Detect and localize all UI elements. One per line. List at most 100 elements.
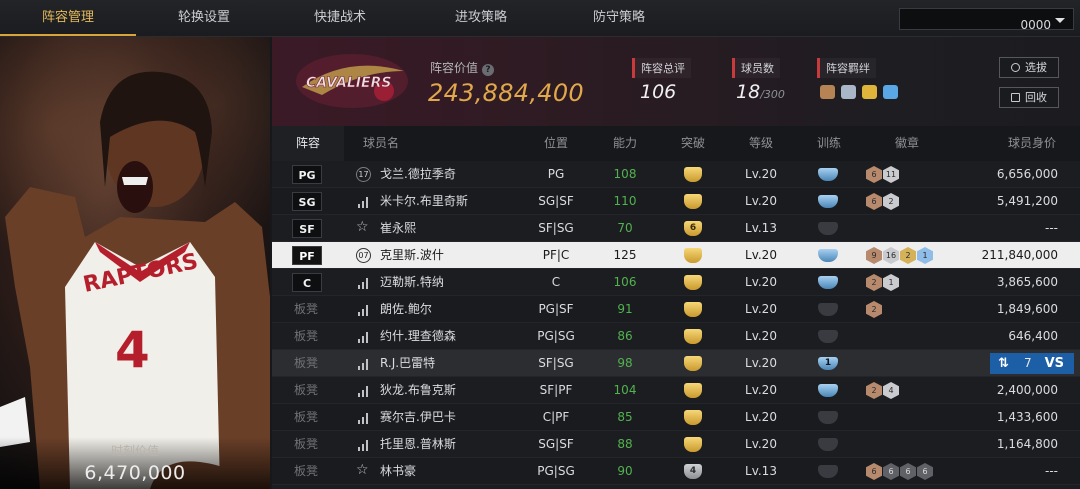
bench-label: 板凳: [294, 383, 319, 397]
lineup-summary-header: CAVALIERS 阵容价值? 243,884,400 阵容总评 106 球员数…: [272, 37, 1080, 126]
roster-table: 阵容 球员名 位置 能力 突破 等级 训练 徽章 球员身价 PG 17 戈兰.德拉季…: [272, 126, 1080, 489]
badge-list: 6 11: [866, 166, 900, 183]
player-name: 朗佐.鲍尔: [380, 302, 432, 316]
lineup-position-badge: SF: [292, 219, 322, 238]
player-name: R.J.巴雷特: [380, 356, 436, 370]
player-position: SF|SG: [538, 356, 574, 370]
badge-list: 21: [866, 274, 900, 291]
bond-icon-4[interactable]: [883, 85, 898, 99]
player-level: Lv.20: [745, 383, 777, 397]
player-name: 戈兰.德拉季奇: [380, 167, 456, 181]
break-shield-icon: [684, 356, 702, 371]
player-ability: 125: [613, 248, 637, 262]
team-select-value: 0000: [1020, 18, 1051, 32]
table-row[interactable]: 板凳 赛尔吉.伊巴卡 C|PF 85 Lv.20 1,433,600: [272, 404, 1080, 431]
bond-icon-3[interactable]: [862, 85, 877, 99]
signal-bars-icon: [357, 276, 370, 289]
recycle-button[interactable]: 回收: [999, 87, 1059, 108]
player-count-stat: 球员数 18/300: [732, 57, 785, 103]
table-row[interactable]: 板凳 R.J.巴雷特 SF|SG 98 Lv.20 1 ⇅ 7 VS: [272, 350, 1080, 377]
table-row[interactable]: 板凳 托里恩.普林斯 SG|SF 88 Lv.20 1,164,800: [272, 431, 1080, 458]
player-level: Lv.20: [745, 410, 777, 424]
chevron-down-icon: [1055, 18, 1065, 23]
player-position: SF|PF: [539, 383, 573, 397]
compare-vs-button[interactable]: ⇅ 7 VS: [990, 353, 1074, 374]
training-icon[interactable]: [818, 249, 838, 262]
help-icon[interactable]: ?: [482, 64, 495, 76]
refresh-icon: [1011, 63, 1020, 72]
bench-label: 板凳: [294, 437, 319, 451]
table-row[interactable]: PF 07 克里斯.波什 PF|C 125 Lv.20 9 16 2 1 211,840,000: [272, 242, 1080, 269]
player-level: Lv.13: [745, 221, 777, 235]
lineup-value: 243,884,400: [428, 79, 584, 107]
player-ability: 90: [617, 464, 633, 478]
table-row[interactable]: C 迈勒斯.特纳 C 106 Lv.20 2 1 3,865,600: [272, 269, 1080, 296]
tab-lineup[interactable]: 阵容管理: [0, 0, 136, 36]
training-icon[interactable]: [818, 411, 838, 424]
player-portrait-panel: RAPTORS 4 时刻价值 6,470,000: [0, 37, 270, 489]
jersey-number-icon: 17: [356, 167, 371, 182]
badge-icon: 1: [883, 274, 899, 291]
training-icon[interactable]: 1: [818, 357, 838, 370]
tab-defense[interactable]: 防守策略: [551, 0, 687, 36]
training-icon[interactable]: [818, 438, 838, 451]
training-icon[interactable]: [818, 330, 838, 343]
badge-icon: 2: [866, 301, 882, 318]
total-rating-label: 阵容总评: [632, 58, 691, 78]
player-value: 5,491,200: [996, 194, 1058, 208]
top-tab-bar: 阵容管理 轮换设置 快捷战术 进攻策略 防守策略 0000: [0, 0, 1080, 37]
break-shield-icon: [684, 275, 702, 290]
player-position: PG|SF: [538, 302, 574, 316]
table-row[interactable]: PG 17 戈兰.德拉季奇 PG 108 Lv.20 6 11 6,656,000: [272, 161, 1080, 188]
bond-icon-1[interactable]: [820, 85, 835, 99]
badge-icon: 9: [866, 247, 882, 264]
tab-quick-tactics[interactable]: 快捷战术: [272, 0, 408, 36]
break-shield-icon: [684, 302, 702, 317]
table-row[interactable]: 板凳 狄龙.布鲁克斯 SF|PF 104 Lv.20 2 4 2,400,000: [272, 377, 1080, 404]
player-level: Lv.20: [745, 167, 777, 181]
training-icon[interactable]: [818, 222, 838, 235]
table-row[interactable]: 板凳 约什.理查德森 PG|SG 86 Lv.20 646,400: [272, 323, 1080, 350]
training-icon[interactable]: [818, 465, 838, 478]
player-name: 林书豪: [380, 464, 417, 478]
bench-label: 板凳: [294, 356, 319, 370]
player-level: Lv.20: [745, 248, 777, 262]
player-ability: 88: [617, 437, 633, 451]
tab-offense[interactable]: 进攻策略: [413, 0, 549, 36]
table-row[interactable]: SF ☆ 崔永熙 SF|SG 70 6 Lv.13 ---: [272, 215, 1080, 242]
table-row[interactable]: 板凳 ☆ 林书豪 PG|SG 90 4 Lv.13 6 6 6 6 ---: [272, 458, 1080, 485]
svg-text:4: 4: [115, 321, 150, 379]
player-value: 6,656,000: [996, 167, 1058, 181]
player-value: ---: [1045, 221, 1058, 235]
table-row[interactable]: SG 米卡尔.布里奇斯 SG|SF 110 Lv.20 6 2 5,491,200: [272, 188, 1080, 215]
badge-icon: 6: [866, 166, 882, 183]
col-position: 位置: [543, 136, 568, 150]
break-shield-icon: [684, 410, 702, 425]
training-icon[interactable]: [818, 303, 838, 316]
player-position: PG: [547, 167, 565, 181]
player-ability: 91: [617, 302, 633, 316]
training-icon[interactable]: [818, 384, 838, 397]
player-value: ---: [1045, 464, 1058, 478]
table-row[interactable]: 板凳 朗佐.鲍尔 PG|SF 91 Lv.20 2 1,849,600: [272, 296, 1080, 323]
player-ability: 98: [617, 356, 633, 370]
badge-list: 9 16 2 1: [866, 247, 934, 264]
team-select-dropdown[interactable]: 0000: [899, 8, 1074, 32]
training-icon[interactable]: [818, 168, 838, 181]
badge-icon: 2: [900, 247, 916, 264]
col-badges: 徽章: [894, 136, 919, 150]
player-name: 托里恩.普林斯: [380, 437, 456, 451]
tab-rotation[interactable]: 轮换设置: [136, 0, 272, 36]
pick-button[interactable]: 选拔: [999, 57, 1059, 78]
player-name: 约什.理查德森: [380, 329, 456, 343]
break-shield-icon: 4: [684, 464, 702, 479]
training-icon[interactable]: [818, 195, 838, 208]
col-lineup: 阵容: [272, 126, 344, 161]
col-training: 训练: [816, 136, 841, 150]
player-ability: 108: [613, 167, 637, 181]
badge-list: 2: [866, 301, 883, 318]
player-value: 211,840,000: [981, 248, 1058, 262]
bond-icon-2[interactable]: [841, 85, 856, 99]
player-level: Lv.20: [745, 329, 777, 343]
training-icon[interactable]: [818, 276, 838, 289]
